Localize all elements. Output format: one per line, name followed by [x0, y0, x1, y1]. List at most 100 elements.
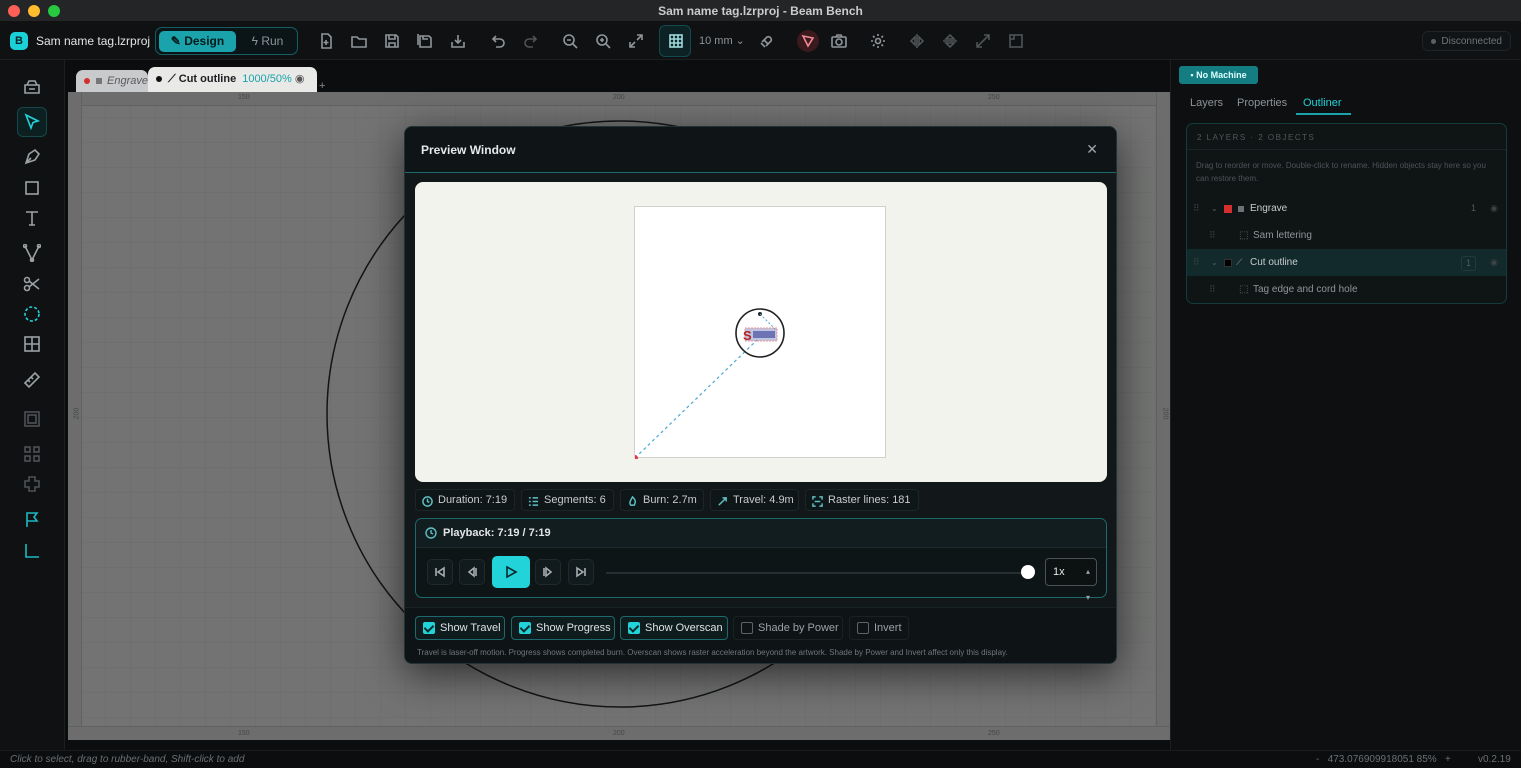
play-button[interactable] [492, 556, 530, 588]
drag-handle-icon[interactable]: ⠿ [1209, 222, 1216, 249]
app-version: v0.2.19 [1478, 754, 1511, 765]
settings-gear-icon[interactable] [869, 32, 887, 50]
object-name: Sam lettering [1253, 230, 1312, 241]
clock-icon [425, 527, 437, 539]
stat-raster-label: Raster lines: 181 [828, 494, 911, 506]
outliner-layer-row[interactable]: ⠿ ⌄ Engrave 1 ◉ [1187, 195, 1506, 222]
camera-icon[interactable] [830, 32, 848, 50]
tab-engrave[interactable]: Engrave [76, 70, 148, 92]
text-tool-icon[interactable] [22, 208, 42, 228]
outliner-object-row[interactable]: ⠿ ⬚ Sam lettering [1187, 222, 1506, 249]
step-back-button[interactable] [459, 559, 485, 585]
rectangle-tool-icon[interactable] [22, 178, 42, 198]
modal-title: Preview Window [421, 143, 516, 157]
outliner-layer-row[interactable]: ⠿ ⌄ ⟋ Cut outline 1 ◉ [1187, 249, 1506, 276]
array-tool-icon[interactable] [22, 334, 42, 354]
redo-icon[interactable] [522, 32, 540, 50]
step-forward-button[interactable] [535, 559, 561, 585]
zoom-in-button[interactable]: + [1445, 754, 1451, 765]
export-icon[interactable] [449, 32, 467, 50]
chevron-down-icon[interactable]: ⌄ [1211, 195, 1218, 222]
pen-tool-icon[interactable] [22, 147, 42, 167]
scissors-icon[interactable] [22, 274, 42, 294]
eye-icon[interactable]: ◉ [1490, 195, 1498, 222]
drag-handle-icon[interactable]: ⠿ [1209, 276, 1216, 303]
updown-arrows-icon: ▴ ▾ [1085, 567, 1090, 602]
shade-by-power-label: Shade by Power [758, 622, 839, 634]
skip-start-icon [435, 566, 445, 578]
machine-tray-icon[interactable] [22, 77, 42, 97]
open-folder-icon[interactable] [350, 32, 368, 50]
scale-icon[interactable] [974, 32, 992, 50]
design-mode-button[interactable]: ✎ Design [159, 31, 236, 52]
outliner-object-row[interactable]: ⠿ ⬚ Tag edge and cord hole [1187, 276, 1506, 303]
laser-pointer-icon[interactable] [797, 30, 819, 52]
playback-header: Playback: 7:19 / 7:19 [416, 519, 1106, 548]
stat-travel-label: Travel: 4.9m [733, 494, 794, 506]
undo-icon[interactable] [489, 32, 507, 50]
cut-dot-icon [156, 76, 162, 83]
flip-vertical-icon[interactable] [941, 32, 959, 50]
stat-segments-label: Segments: 6 [544, 494, 606, 506]
machine-badge[interactable]: ▪ No Machine [1179, 66, 1258, 84]
show-overscan-checkbox[interactable]: Show Overscan [620, 616, 728, 640]
drag-handle-icon[interactable]: ⠿ [1193, 249, 1200, 276]
layer-type-icon [1238, 206, 1244, 212]
tab-layers[interactable]: Layers [1190, 97, 1223, 109]
divider [1187, 149, 1506, 150]
grid-array-icon[interactable] [22, 444, 42, 464]
add-tab-button[interactable]: + [319, 80, 325, 92]
drag-handle-icon[interactable]: ⠿ [1193, 195, 1200, 222]
fit-view-icon[interactable] [627, 32, 645, 50]
magnet-snap-icon[interactable] [758, 32, 776, 50]
frame-icon[interactable] [1007, 32, 1025, 50]
scrubber-handle[interactable] [1021, 565, 1035, 579]
ellipse-tool-icon[interactable] [22, 304, 42, 324]
zoom-in-icon[interactable] [594, 32, 612, 50]
tab-outliner[interactable]: Outliner [1303, 97, 1342, 109]
preview-canvas[interactable]: S [415, 182, 1107, 482]
select-tool-icon[interactable] [17, 107, 47, 137]
zoom-out-icon[interactable] [561, 32, 579, 50]
eye-icon[interactable]: ◉ [1490, 249, 1498, 276]
status-led-icon [1431, 38, 1437, 44]
clock-icon [422, 494, 433, 507]
grid-icon [667, 32, 685, 50]
boolean-icon[interactable] [22, 474, 42, 494]
preview-workspace: S [632, 206, 886, 461]
node-edit-icon[interactable] [22, 243, 42, 263]
measure-tool-icon[interactable] [22, 370, 42, 390]
save-as-icon[interactable] [416, 32, 434, 50]
invert-checkbox[interactable]: Invert [849, 616, 909, 640]
show-progress-checkbox[interactable]: Show Progress [511, 616, 615, 640]
corner-origin-icon[interactable] [22, 541, 42, 561]
engraved-lettering-glyph: S [743, 328, 752, 343]
layer-color-swatch [1224, 259, 1232, 267]
playback-scrubber[interactable] [606, 572, 1026, 574]
step-back-icon [467, 566, 477, 578]
chevron-down-icon[interactable]: ⌄ [1211, 249, 1218, 276]
eye-icon[interactable]: ◉ [295, 73, 305, 85]
run-mode-button[interactable]: ϟ Run [240, 31, 295, 52]
zoom-out-button[interactable]: - [1316, 754, 1319, 765]
show-travel-checkbox[interactable]: Show Travel [415, 616, 505, 640]
skip-to-end-button[interactable] [568, 559, 594, 585]
grid-size-select[interactable]: 10 mm ⌄ [699, 34, 745, 47]
tab-properties[interactable]: Properties [1237, 97, 1287, 109]
modal-header: Preview Window ✕ [405, 127, 1116, 173]
tab-cut-label: Cut outline [178, 73, 237, 85]
tab-cut-outline[interactable]: ⟋ Cut outline 1000/50% ◉ [148, 67, 317, 92]
group-icon[interactable] [22, 409, 42, 429]
skip-to-start-button[interactable] [427, 559, 453, 585]
flip-horizontal-icon[interactable] [908, 32, 926, 50]
checkbox-empty-icon [741, 622, 753, 634]
shade-by-power-checkbox[interactable]: Shade by Power [733, 616, 843, 640]
flag-icon[interactable] [22, 510, 42, 530]
grid-toggle-button[interactable] [659, 25, 691, 57]
speed-select[interactable]: 1x ▴ ▾ [1045, 558, 1097, 602]
skip-end-icon [576, 566, 586, 578]
new-file-icon[interactable] [317, 32, 335, 50]
close-icon[interactable]: ✕ [1086, 141, 1098, 158]
grid-size-value: 10 mm [699, 35, 733, 47]
save-icon[interactable] [383, 32, 401, 50]
